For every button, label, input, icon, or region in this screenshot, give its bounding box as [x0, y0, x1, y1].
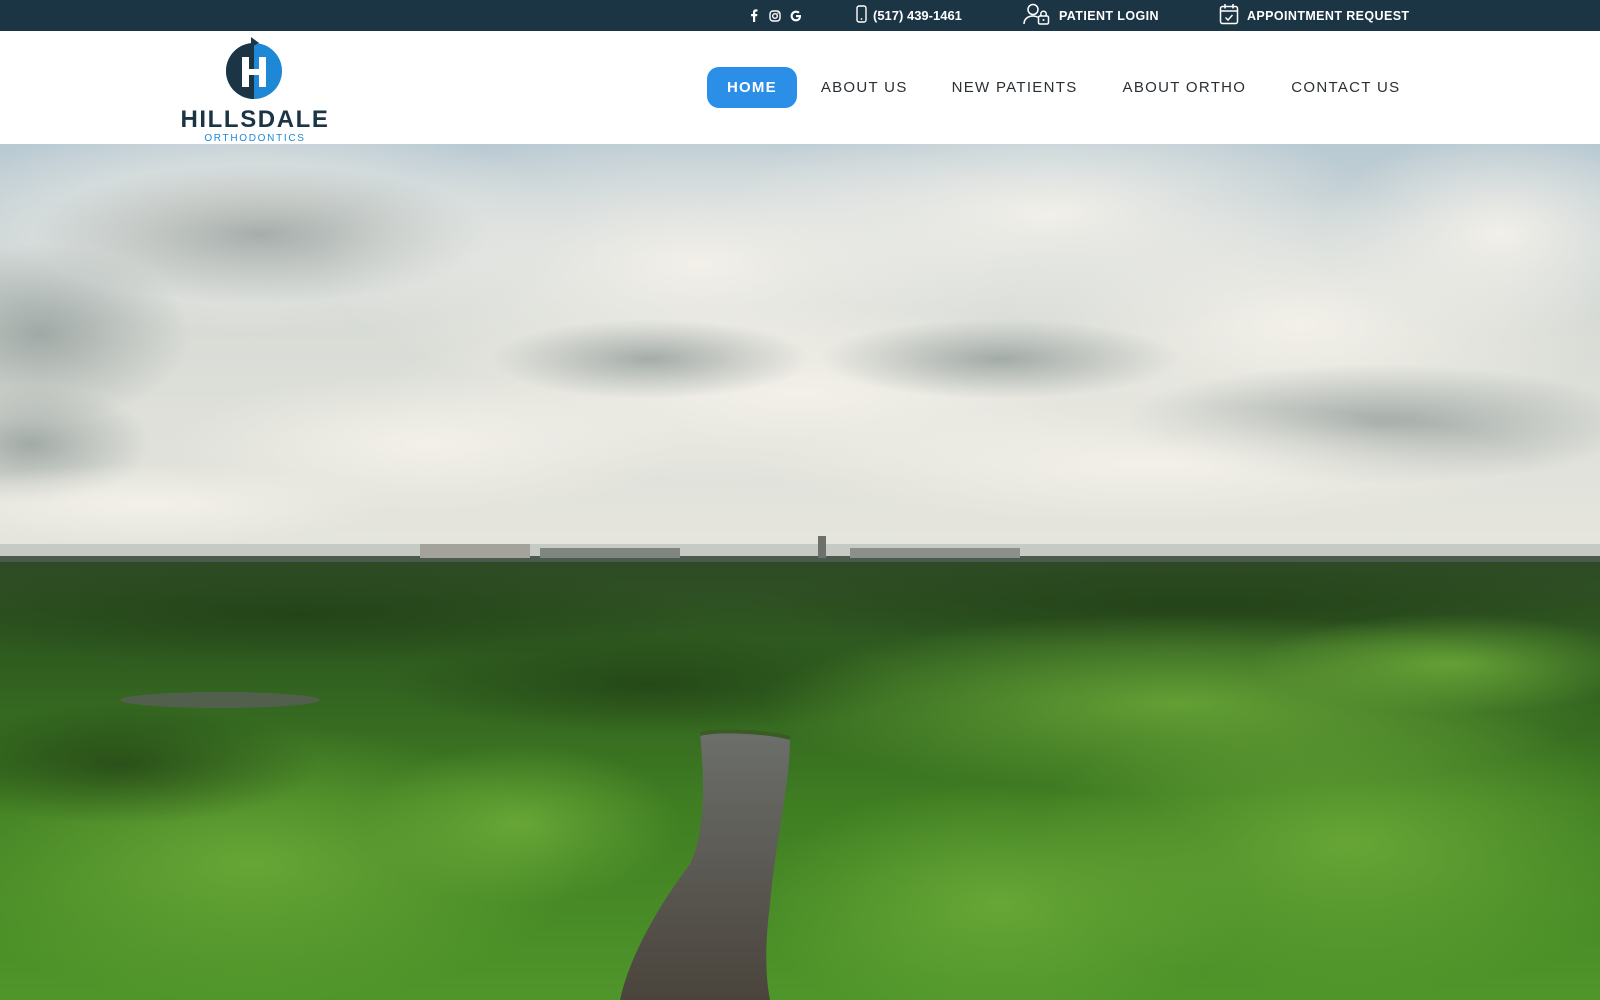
nav-item-about-ortho[interactable]: ABOUT ORTHO — [1123, 67, 1247, 108]
hillsdale-logo[interactable]: HILLSDALE ORTHODONTICS — [179, 37, 331, 144]
patient-login-link[interactable]: PATIENT LOGIN — [1023, 0, 1159, 31]
google-icon[interactable] — [790, 9, 802, 23]
site-header: HILLSDALE ORTHODONTICS HOME ABOUT US NEW… — [0, 31, 1600, 144]
patient-login-label: PATIENT LOGIN — [1059, 8, 1159, 23]
nav-item-new-patients[interactable]: NEW PATIENTS — [952, 67, 1078, 108]
logo-brand-name: HILLSDALE — [180, 106, 330, 133]
calendar-check-icon — [1219, 3, 1239, 28]
top-utility-bar: (517) 439-1461 PATIENT LOGIN APPOINTMENT… — [0, 0, 1600, 31]
social-links — [748, 0, 802, 31]
nav-item-home[interactable]: HOME — [707, 67, 797, 108]
hero-aerial-landscape — [0, 144, 1600, 1000]
main-navigation: HOME ABOUT US NEW PATIENTS ABOUT ORTHO C… — [707, 67, 1400, 108]
facebook-icon[interactable] — [748, 9, 760, 23]
landscape-illustration — [0, 144, 1600, 1000]
instagram-icon[interactable] — [769, 9, 781, 23]
mobile-phone-icon — [856, 5, 867, 26]
appointment-request-link[interactable]: APPOINTMENT REQUEST — [1219, 0, 1409, 31]
appointment-request-label: APPOINTMENT REQUEST — [1247, 8, 1410, 23]
logo-h-mark-icon — [226, 37, 282, 99]
phone-link[interactable]: (517) 439-1461 — [856, 0, 962, 31]
user-lock-icon — [1023, 3, 1051, 28]
nav-item-about-us[interactable]: ABOUT US — [821, 67, 908, 108]
phone-number: (517) 439-1461 — [873, 8, 962, 23]
nav-item-contact-us[interactable]: CONTACT US — [1291, 67, 1400, 108]
